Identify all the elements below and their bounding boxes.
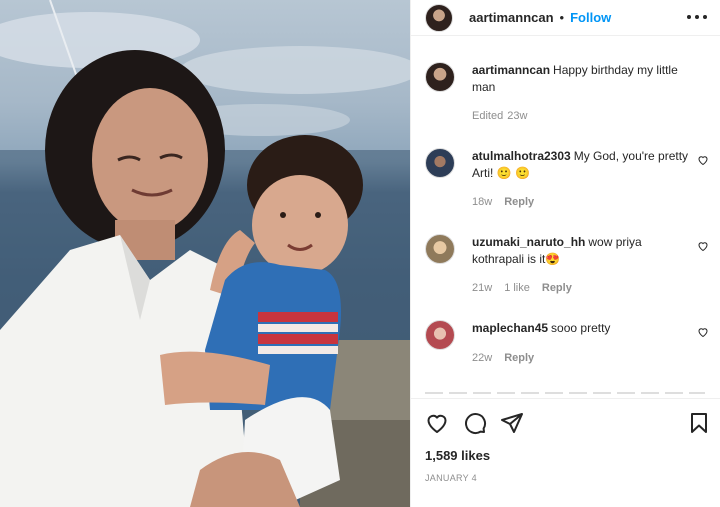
comment-like-count[interactable]: 1 like xyxy=(504,282,530,294)
comment-body: atulmalhotra2303 My God, you're pretty Ar… xyxy=(472,148,696,182)
author-username[interactable]: aartimanncan xyxy=(469,10,554,25)
comment-time[interactable]: 18w xyxy=(472,196,492,208)
caption-body: aartimanncan Happy birthday my little man xyxy=(472,62,696,96)
heart-icon[interactable] xyxy=(425,411,449,435)
comment-body: uzumaki_naruto_hh wow priya kothrapali is… xyxy=(472,234,696,268)
like-count[interactable]: 1,589 likes xyxy=(425,448,490,463)
action-bar xyxy=(411,398,720,446)
comment-icon[interactable] xyxy=(463,411,487,435)
comment-username[interactable]: atulmalhotra2303 xyxy=(472,149,571,163)
comment-meta: 22w Reply xyxy=(472,352,534,364)
bookmark-icon[interactable] xyxy=(687,411,711,435)
heart-icon[interactable] xyxy=(697,326,709,338)
comment-time[interactable]: 21w xyxy=(472,282,492,294)
commenter-avatar[interactable] xyxy=(425,320,455,350)
reply-button[interactable]: Reply xyxy=(504,352,534,364)
commenter-avatar[interactable] xyxy=(425,148,455,178)
more-horizontal-icon[interactable] xyxy=(687,10,707,24)
comment-meta: 21w 1 like Reply xyxy=(472,282,572,294)
caption-avatar[interactable] xyxy=(425,62,455,92)
truncated-next-comment xyxy=(425,388,705,396)
follow-button[interactable]: Follow xyxy=(570,10,611,25)
comment-text: sooo pretty xyxy=(551,321,611,335)
caption-time[interactable]: 23w xyxy=(507,110,527,122)
separator-dot: • xyxy=(559,10,565,25)
comment-time[interactable]: 22w xyxy=(472,352,492,364)
caption-meta: Edited 23w xyxy=(472,110,527,122)
reply-button[interactable]: Reply xyxy=(542,282,572,294)
comment-meta: 18w Reply xyxy=(472,196,534,208)
post-header: aartimanncan • Follow xyxy=(411,0,720,36)
comment-username[interactable]: uzumaki_naruto_hh xyxy=(472,235,585,249)
reply-button[interactable]: Reply xyxy=(504,196,534,208)
post-photo[interactable] xyxy=(0,0,410,507)
heart-icon[interactable] xyxy=(697,240,709,252)
comments-list[interactable]: aartimanncan Happy birthday my little man… xyxy=(411,52,720,392)
commenter-avatar[interactable] xyxy=(425,234,455,264)
caption-edited: Edited xyxy=(472,110,504,122)
comment-username[interactable]: maplechan45 xyxy=(472,321,548,335)
post-side-panel: aartimanncan • Follow aartimanncan Happy … xyxy=(410,0,720,507)
photo-illustration xyxy=(0,0,410,507)
comment-body: maplechan45 sooo pretty xyxy=(472,320,696,337)
author-avatar[interactable] xyxy=(425,3,453,32)
caption-username[interactable]: aartimanncan xyxy=(472,63,550,77)
share-icon[interactable] xyxy=(500,411,524,435)
post-date[interactable]: JANUARY 4 xyxy=(425,473,477,483)
heart-icon[interactable] xyxy=(697,154,709,166)
